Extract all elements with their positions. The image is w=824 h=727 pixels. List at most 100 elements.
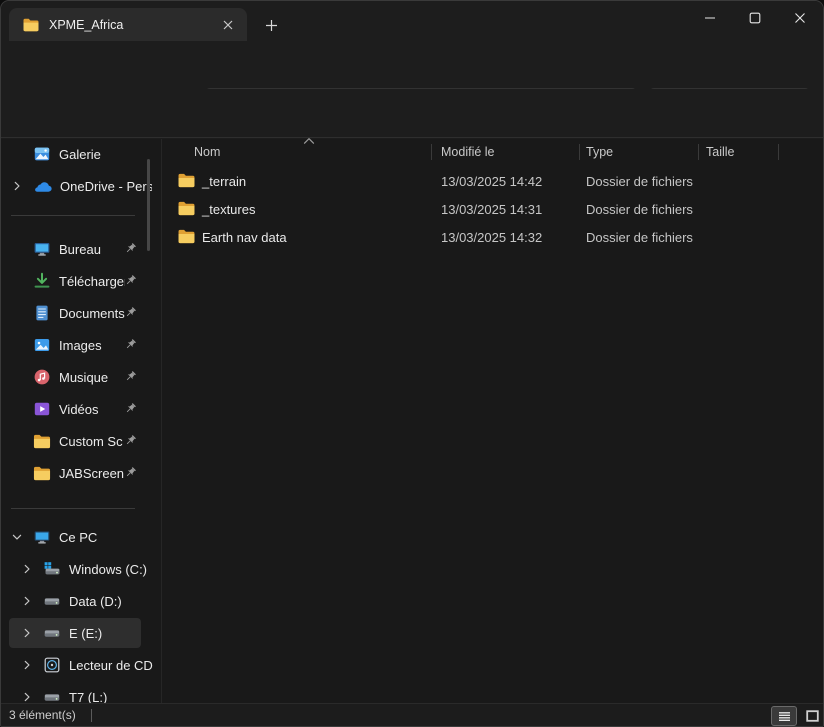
file-name: Earth nav data [202, 223, 287, 251]
column-header-type[interactable]: Type [586, 140, 613, 164]
chevron-down-icon[interactable] [11, 531, 25, 543]
sidebar-item-drive-c[interactable]: Windows (C:) [1, 554, 159, 584]
column-resize-handle[interactable] [778, 144, 779, 160]
sidebar-label: Windows (C:) [69, 562, 147, 577]
sidebar-separator [11, 508, 135, 509]
windows-drive-icon [43, 560, 61, 578]
column-header-size[interactable]: Taille [706, 140, 735, 164]
pin-icon [124, 466, 137, 479]
sidebar-label: Lecteur de CD [69, 658, 153, 673]
sidebar-item-drive-e[interactable]: E (E:) [1, 618, 159, 648]
drive-icon [43, 624, 61, 642]
close-icon [223, 20, 233, 30]
music-icon [33, 368, 51, 386]
minimize-icon [704, 12, 716, 24]
folder-icon [33, 466, 51, 481]
new-tab-button[interactable] [257, 12, 285, 38]
sidebar-item-documents[interactable]: Documents [1, 298, 159, 328]
sidebar-label: E (E:) [69, 626, 102, 641]
pin-icon [124, 434, 137, 447]
sidebar-item-custom-scenery[interactable]: Custom Scer [1, 426, 159, 456]
file-row-textures[interactable]: _textures 13/03/2025 14:31 Dossier de fi… [162, 195, 824, 223]
sidebar-item-music[interactable]: Musique [1, 362, 159, 392]
details-view-button[interactable] [771, 706, 797, 726]
status-bar [1, 703, 824, 727]
sidebar-label: Ce PC [59, 530, 97, 545]
sidebar-label: Musique [59, 370, 108, 385]
chevron-right-icon[interactable] [21, 659, 35, 671]
cd-drive-icon [43, 656, 61, 674]
folder-icon [23, 18, 39, 32]
file-type: Dossier de fichiers [586, 167, 693, 195]
large-icons-view-button[interactable] [801, 706, 823, 726]
file-name: _textures [202, 195, 255, 223]
command-toolbar: Nouveau [1, 89, 824, 138]
file-row-terrain[interactable]: _terrain 13/03/2025 14:42 Dossier de fic… [162, 167, 824, 195]
sidebar-label: Custom Scer [59, 434, 123, 449]
videos-icon [33, 400, 51, 418]
pictures-icon [33, 336, 51, 354]
sidebar-item-drive-d[interactable]: Data (D:) [1, 586, 159, 616]
column-resize-handle[interactable] [431, 144, 432, 160]
title-bar: XPME_Africa [1, 1, 824, 41]
gallery-icon [33, 145, 51, 163]
folder-icon [178, 201, 195, 216]
sidebar-label: Documents [59, 306, 125, 321]
sidebar-item-jabscreen[interactable]: JABScreen [1, 458, 159, 488]
file-name: _terrain [202, 167, 246, 195]
sidebar-label: JABScreen [59, 466, 124, 481]
sidebar-label: Images [59, 338, 102, 353]
this-pc-icon [33, 528, 51, 546]
pin-icon [124, 274, 137, 287]
sidebar-item-onedrive[interactable]: OneDrive - Pers [1, 171, 159, 201]
sidebar-label: Bureau [59, 242, 101, 257]
sidebar-separator [11, 215, 135, 216]
folder-icon [33, 434, 51, 449]
chevron-right-icon[interactable] [11, 180, 25, 192]
chevron-right-icon[interactable] [21, 627, 35, 639]
pin-icon [124, 242, 137, 255]
sidebar-item-this-pc[interactable]: Ce PC [1, 522, 159, 552]
sidebar-item-pictures[interactable]: Images [1, 330, 159, 360]
sidebar-label: Data (D:) [69, 594, 122, 609]
explorer-tab[interactable]: XPME_Africa [9, 8, 247, 41]
sidebar-item-cd-drive[interactable]: Lecteur de CD [1, 650, 159, 680]
details-view-icon [778, 711, 791, 722]
column-resize-handle[interactable] [579, 144, 580, 160]
maximize-button[interactable] [732, 1, 777, 35]
download-icon [33, 272, 51, 290]
folder-icon [178, 173, 195, 188]
pin-icon [124, 370, 137, 383]
column-header-modified[interactable]: Modifié le [441, 140, 495, 164]
file-modified: 13/03/2025 14:31 [441, 195, 542, 223]
pin-icon [124, 306, 137, 319]
tab-title: XPME_Africa [49, 18, 217, 32]
folder-icon [178, 229, 195, 244]
navigation-bar: … XPME_Africa [1, 41, 824, 89]
chevron-right-icon[interactable] [21, 595, 35, 607]
sidebar-item-videos[interactable]: Vidéos [1, 394, 159, 424]
sidebar-item-desktop[interactable]: Bureau [1, 234, 159, 264]
sidebar-label: Galerie [59, 147, 101, 162]
maximize-icon [749, 12, 761, 24]
file-modified: 13/03/2025 14:42 [441, 167, 542, 195]
chevron-right-icon[interactable] [21, 691, 35, 703]
status-divider [91, 709, 92, 722]
drive-icon [43, 592, 61, 610]
sort-ascending-caret-icon [303, 137, 315, 145]
sidebar-item-downloads[interactable]: Téléchargem [1, 266, 159, 296]
file-row-earth-nav-data[interactable]: Earth nav data 13/03/2025 14:32 Dossier … [162, 223, 824, 251]
minimize-button[interactable] [687, 1, 732, 35]
sidebar-item-gallery[interactable]: Galerie [1, 139, 159, 169]
item-count: 3 élément(s) [9, 703, 76, 727]
document-icon [33, 304, 51, 322]
column-header-name[interactable]: Nom [194, 140, 220, 164]
tab-close-button[interactable] [217, 14, 239, 36]
close-window-button[interactable] [777, 1, 822, 35]
sidebar-label: Téléchargem [59, 274, 125, 289]
column-resize-handle[interactable] [698, 144, 699, 160]
file-type: Dossier de fichiers [586, 195, 693, 223]
onedrive-icon [33, 180, 52, 193]
chevron-right-icon[interactable] [21, 563, 35, 575]
desktop-icon [33, 240, 51, 258]
